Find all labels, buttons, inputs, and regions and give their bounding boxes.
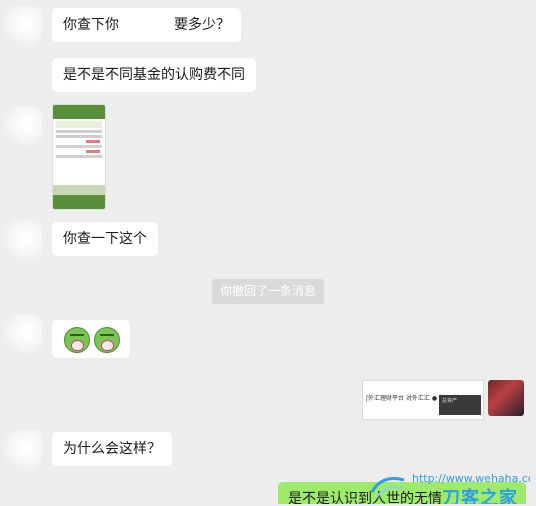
contact-avatar[interactable] (2, 106, 42, 146)
outgoing-shared-card[interactable]: ʃ外汇理财平台 对外汇汇 ● 外 ○ 外 总资产 (362, 380, 484, 420)
self-avatar[interactable] (488, 380, 524, 416)
chat-window: 你查下你 要多少？ 是不是不同基金的认购费不同 你查一下这个 你撤回了一条消息 ʃ… (2, 2, 530, 504)
incoming-message-bubble[interactable]: 为什么会这样？ (52, 432, 172, 466)
message-text: 要多少？ (174, 17, 230, 33)
message-text: 是不是不同基金的认购费不同 (63, 67, 245, 83)
crying-emoji-icon (64, 327, 90, 353)
contact-avatar[interactable] (2, 430, 42, 470)
image-message-thumbnail[interactable] (52, 104, 106, 210)
incoming-message-bubble[interactable]: 你查下你 要多少？ (52, 8, 241, 42)
redacted-region (119, 17, 174, 33)
recall-notice: 你撤回了一条消息 (212, 279, 325, 304)
shared-card-dark-label: 总资产 (442, 398, 458, 404)
incoming-message-bubble[interactable]: 你查一下这个 (52, 222, 158, 256)
shared-card-dark-panel: 总资产 (439, 395, 481, 415)
contact-avatar[interactable] (2, 6, 42, 46)
incoming-message-bubble[interactable]: 是不是不同基金的认购费不同 (52, 58, 256, 92)
watermark-brand: 刀客之家 (442, 488, 518, 504)
contact-avatar[interactable] (2, 314, 42, 354)
incoming-emoji-bubble[interactable] (52, 320, 130, 358)
message-text: 你查一下这个 (63, 231, 147, 247)
message-text: 是不是认识到人世的无情 (288, 491, 442, 504)
contact-avatar[interactable] (2, 220, 42, 260)
crying-emoji-icon (94, 327, 120, 353)
screenshot-header (53, 105, 105, 119)
message-text: 你查下你 (63, 17, 119, 33)
watermark-logo-icon (370, 477, 405, 499)
message-text: 为什么会这样？ (63, 441, 161, 457)
